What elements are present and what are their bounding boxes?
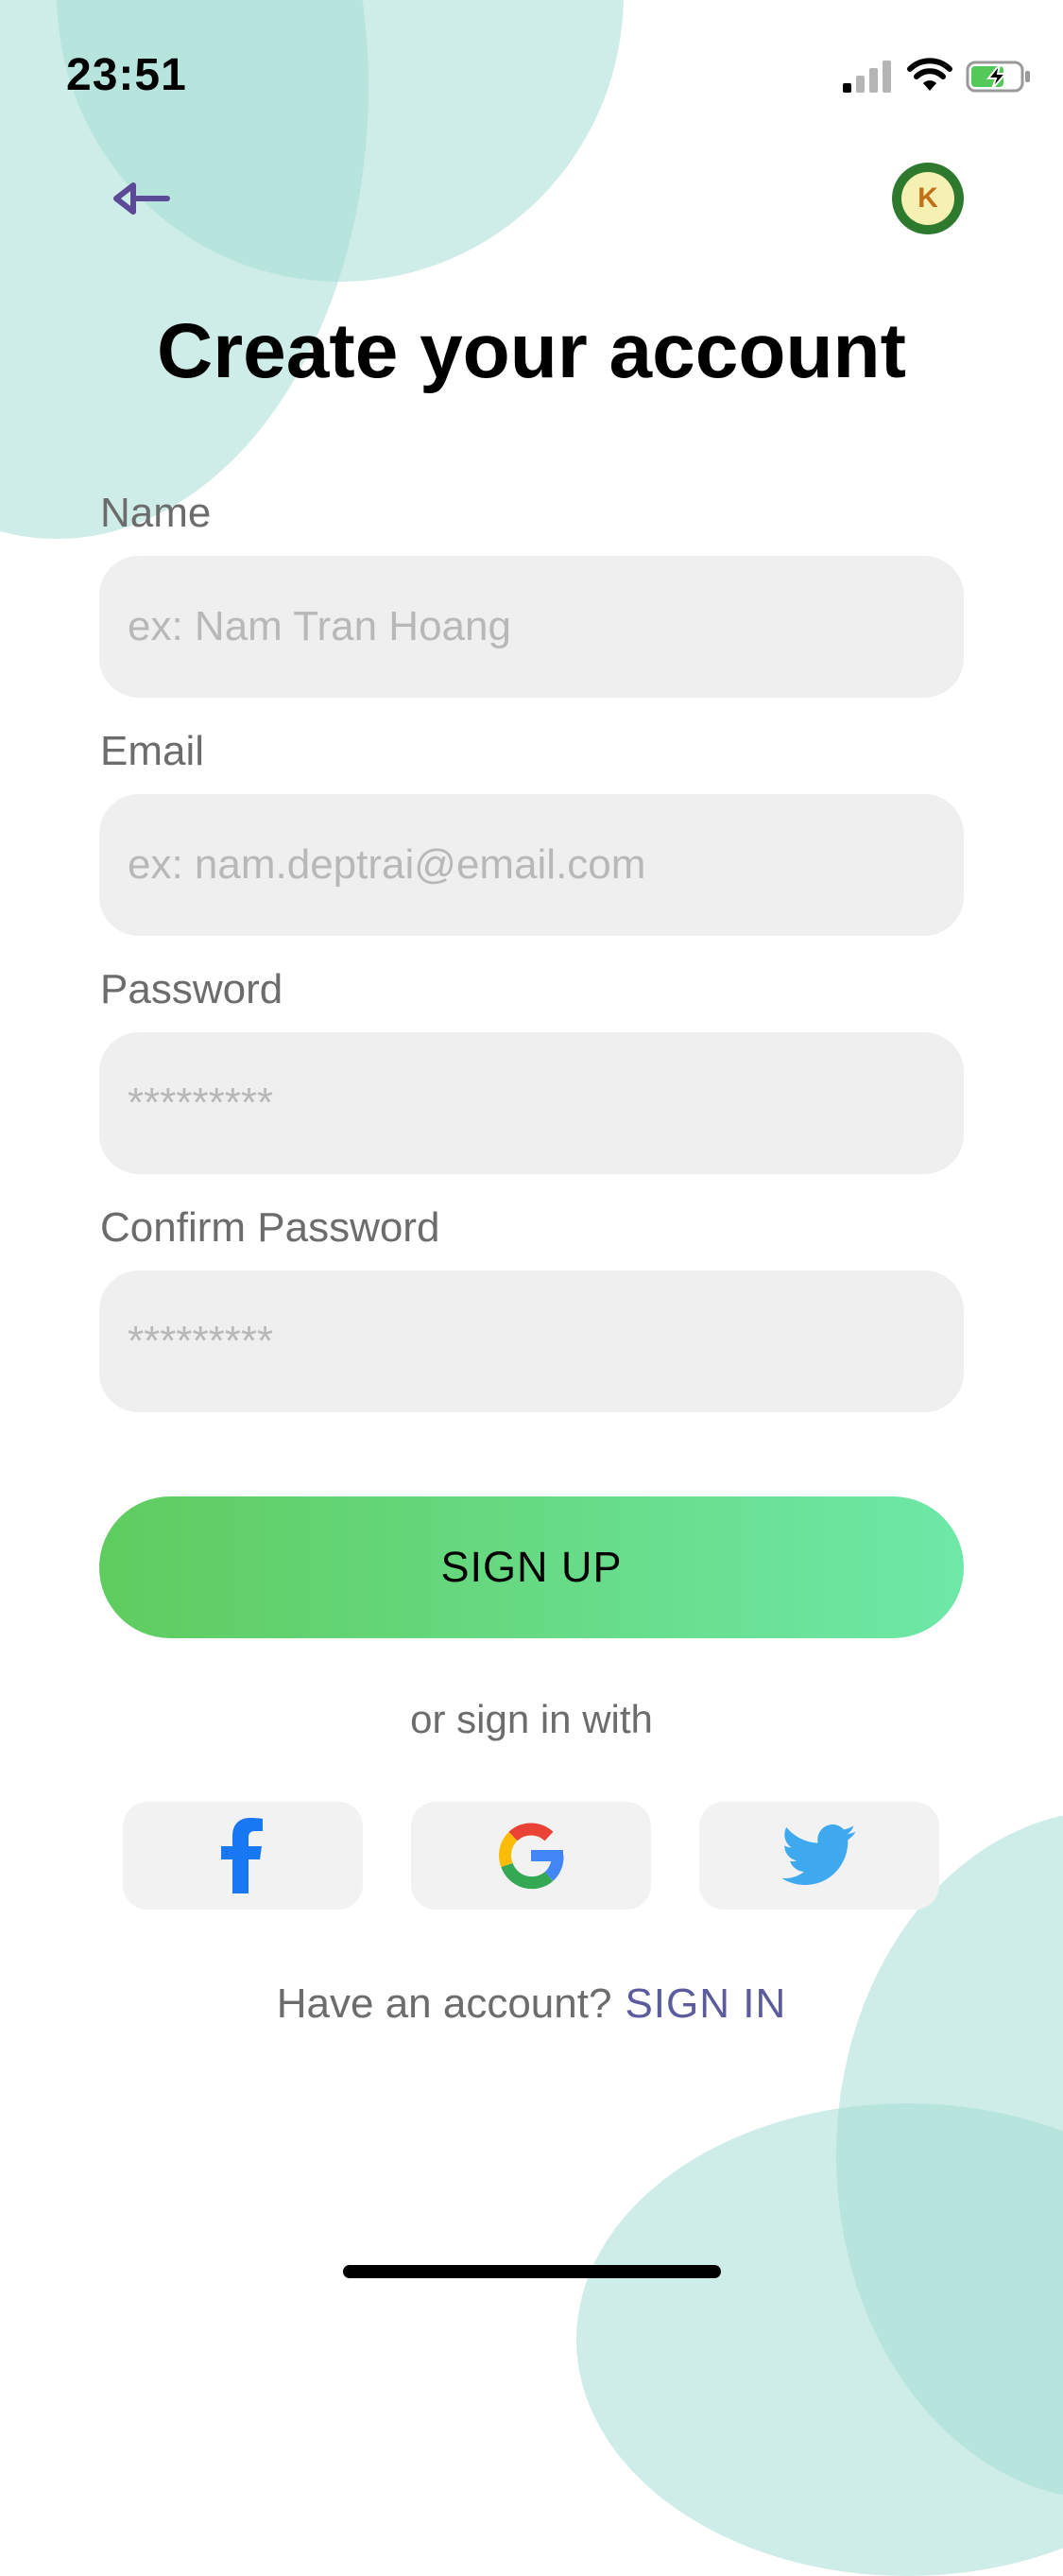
email-input[interactable] [99,794,964,936]
google-sign-in-button[interactable] [411,1802,651,1910]
email-label: Email [100,728,205,774]
facebook-sign-in-button[interactable] [123,1802,363,1910]
page-title: Create your account [157,308,906,394]
sign-in-link[interactable]: SIGN IN [625,1980,786,2027]
wifi-icon [907,58,952,91]
decor-bubble-bottom [576,2103,1063,2576]
status-bar: 23:51 [0,0,1063,151]
battery-charging-icon [966,61,1030,93]
google-icon [499,1823,564,1890]
confirm-password-input[interactable] [99,1271,964,1412]
back-arrow-icon [113,182,170,215]
app-logo-icon: K [901,172,954,225]
name-input[interactable] [99,556,964,698]
email-field-container [99,794,964,936]
password-label: Password [100,966,283,1012]
password-field-container [99,1032,964,1174]
sign-up-button[interactable]: SIGN UP [99,1496,964,1638]
twitter-icon [781,1824,856,1885]
twitter-sign-in-button[interactable] [699,1802,939,1910]
app-logo-avatar[interactable]: K [892,163,964,234]
social-divider-text: or sign in with [410,1697,653,1741]
status-time: 23:51 [66,50,187,100]
home-indicator[interactable] [343,2265,721,2278]
facebook-icon [221,1818,263,1893]
back-button[interactable] [109,170,177,227]
name-label: Name [100,490,212,536]
name-field-container [99,556,964,698]
confirm-password-label: Confirm Password [100,1204,440,1251]
cellular-signal-icon [843,59,892,93]
sign-in-prompt: Have an account? SIGN IN [0,1980,1063,2028]
password-input[interactable] [99,1032,964,1174]
have-account-text: Have an account? [276,1980,612,2027]
confirm-password-field-container [99,1271,964,1412]
